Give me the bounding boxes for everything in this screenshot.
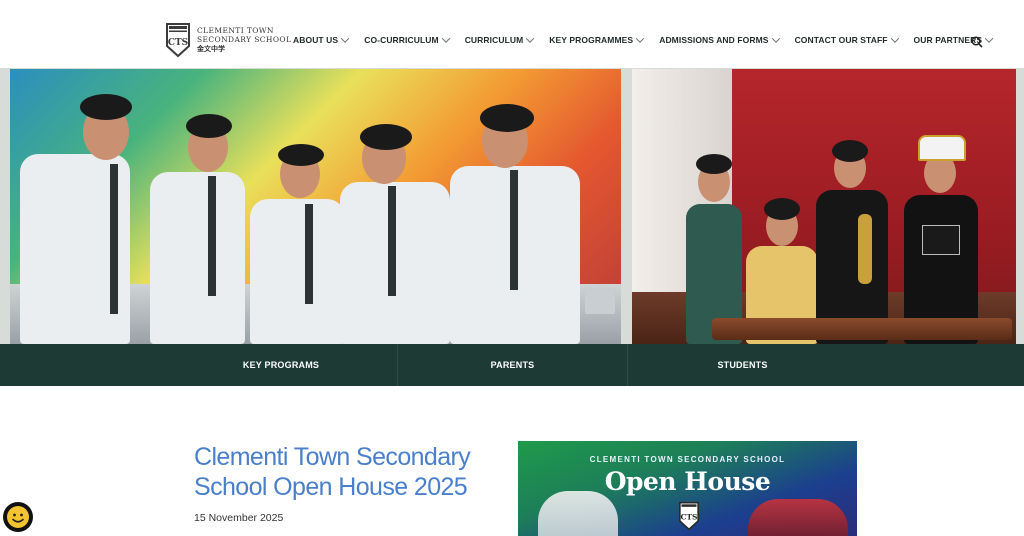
main-nav: ABOUT US CO-CURRICULUM CURRICULUM KEY PR… (293, 34, 1008, 45)
site-header: CTS CLEMENTI TOWN SECONDARY SCHOOL 金文中学 … (0, 0, 1024, 68)
chevron-down-icon (526, 34, 535, 43)
nav-co-curriculum[interactable]: CO-CURRICULUM (364, 34, 450, 45)
search-icon (971, 36, 983, 48)
chevron-down-icon (890, 34, 899, 43)
article-title[interactable]: Clementi Town Secondary School Open Hous… (194, 442, 494, 502)
dancer-figures (538, 491, 618, 536)
nav-label: CURRICULUM (464, 35, 524, 45)
school-name-chinese: 金文中学 (197, 45, 225, 53)
performer-figure (898, 129, 984, 344)
guzheng-instrument (712, 318, 1012, 340)
student-figure (450, 104, 580, 344)
lego-piece (585, 288, 615, 314)
chevron-down-icon (441, 34, 450, 43)
nav-label: ADMISSIONS AND FORMS (659, 35, 769, 45)
crest-letters: CTS (168, 38, 188, 48)
school-name-line1: CLEMENTI TOWN (197, 26, 274, 35)
feature-image-school-name: CLEMENTI TOWN SECONDARY SCHOOL (589, 455, 786, 464)
quick-links-bar: KEY PROGRAMS PARENTS STUDENTS (0, 344, 1024, 386)
school-name-line2: SECONDARY SCHOOL (197, 35, 292, 44)
clapperboard-icon (922, 225, 960, 255)
chat-widget-button[interactable] (3, 502, 33, 532)
nav-curriculum[interactable]: CURRICULUM (464, 34, 535, 45)
nav-label: CO-CURRICULUM (364, 35, 439, 45)
nav-label: CONTACT OUR STAFF (794, 35, 888, 45)
chevron-down-icon (771, 34, 780, 43)
quick-link-key-programs[interactable]: KEY PROGRAMS (0, 344, 397, 386)
quick-link-label: PARENTS (490, 360, 535, 370)
performer-figure (678, 144, 748, 344)
nav-label: KEY PROGRAMMES (549, 35, 634, 45)
hero-image-performing-arts (632, 69, 1016, 344)
dancer-figures (748, 499, 848, 536)
quick-link-label: KEY PROGRAMS (242, 360, 320, 370)
crest-letters: CTS (681, 512, 698, 521)
hero-banner (0, 68, 1024, 344)
quick-link-parents[interactable]: PARENTS (397, 344, 628, 386)
open-house-feature-image[interactable]: CLEMENTI TOWN SECONDARY SCHOOL Open Hous… (518, 441, 857, 536)
student-figure (150, 114, 245, 344)
student-figure (15, 94, 135, 344)
school-crest-icon: CTS (678, 501, 700, 536)
school-logo[interactable]: CTS CLEMENTI TOWN SECONDARY SCHOOL 金文中学 (165, 22, 291, 58)
student-figure (250, 144, 345, 344)
school-crest-icon: CTS (165, 22, 191, 58)
nav-admissions-and-forms[interactable]: ADMISSIONS AND FORMS (659, 34, 780, 45)
nav-contact-our-staff[interactable]: CONTACT OUR STAFF (794, 34, 899, 45)
hero-image-robotics (10, 69, 621, 344)
quick-link-students[interactable]: STUDENTS (628, 344, 857, 386)
chevron-down-icon (635, 34, 645, 43)
saxophone-icon (858, 214, 872, 284)
article-date: 15 November 2025 (194, 512, 284, 524)
nav-label: ABOUT US (293, 35, 339, 45)
crown-icon (918, 135, 966, 161)
search-button[interactable] (971, 35, 983, 48)
chevron-down-icon (340, 34, 350, 43)
nav-key-programmes[interactable]: KEY PROGRAMMES (549, 34, 645, 45)
chevron-down-icon (984, 34, 994, 43)
performer-figure (812, 134, 892, 344)
nav-about-us[interactable]: ABOUT US (293, 34, 350, 45)
student-figure (340, 124, 450, 344)
quick-link-label: STUDENTS (717, 360, 768, 370)
smiley-icon (7, 506, 29, 528)
